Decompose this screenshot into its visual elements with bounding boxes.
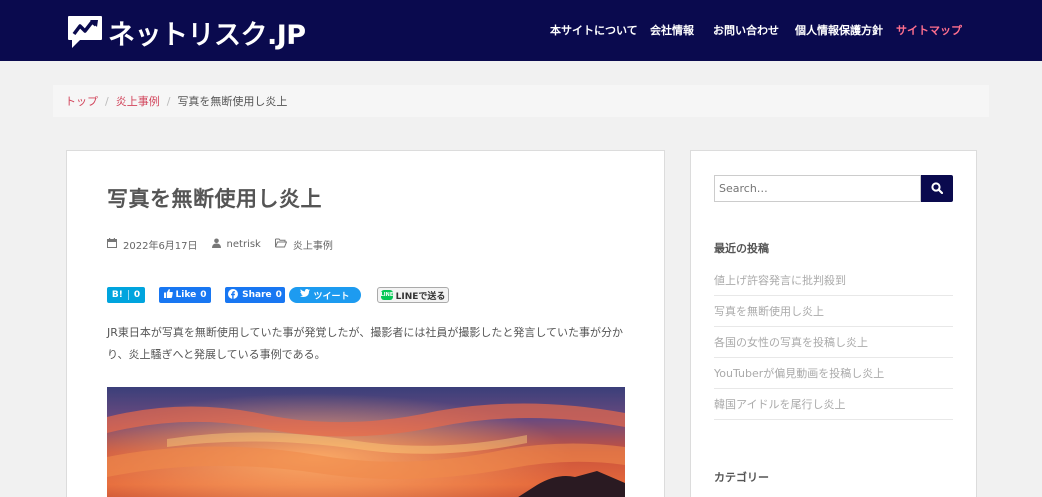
search-button[interactable] <box>921 175 953 202</box>
line-send-button[interactable]: LINE LINEで送る <box>377 287 449 303</box>
site-header: ネットリスク.JP 本サイトについて 会社情報 お問い合わせ 個人情報保護方針 … <box>0 0 1042 61</box>
post-excerpt: JR東日本が写真を無断使用していた事が発覚したが、撮影者には社員が撮影したと発言… <box>107 326 624 361</box>
post-date[interactable]: 2022年6月17日 <box>123 237 198 252</box>
nav-sitemap[interactable]: サイトマップ <box>896 22 962 38</box>
breadcrumb: トップ / 炎上事例 / 写真を無断使用し炎上 <box>53 85 989 117</box>
recent-posts-list: 値上げ許容発言に批判殺到 写真を無断使用し炎上 各国の女性の写真を投稿し炎上 Y… <box>714 265 953 420</box>
breadcrumb-category[interactable]: 炎上事例 <box>116 93 160 109</box>
recent-post-item[interactable]: 各国の女性の写真を投稿し炎上 <box>714 327 953 358</box>
twitter-bird-icon <box>300 289 311 301</box>
logo-chat-icon <box>66 14 104 50</box>
search-input[interactable] <box>714 175 921 202</box>
nav-about[interactable]: 本サイトについて <box>550 22 638 38</box>
site-logo[interactable]: ネットリスク.JP <box>66 14 306 51</box>
fb-share-label: Share <box>242 290 272 300</box>
post-card: 写真を無断使用し炎上 2022年6月17日 netrisk 炎上事例 B! 0 … <box>66 150 665 497</box>
post-category[interactable]: 炎上事例 <box>293 237 333 252</box>
tweet-button[interactable]: ツイート <box>289 287 361 303</box>
recent-post-item[interactable]: 韓国アイドルを尾行し炎上 <box>714 389 953 420</box>
nav-contact[interactable]: お問い合わせ <box>713 22 779 38</box>
breadcrumb-separator: / <box>166 94 171 108</box>
search-icon <box>931 179 944 198</box>
tweet-label: ツイート <box>313 291 350 302</box>
recent-post-item[interactable]: YouTuberが偏見動画を投稿し炎上 <box>714 358 953 389</box>
folder-open-icon <box>274 238 288 251</box>
logo-text: ネットリスク.JP <box>108 19 306 51</box>
hatena-count: 0 <box>133 290 141 300</box>
user-icon <box>211 238 221 251</box>
like-count: 0 <box>200 290 207 300</box>
post-title: 写真を無断使用し炎上 <box>107 187 322 211</box>
sidebar: 最近の投稿 値上げ許容発言に批判殺到 写真を無断使用し炎上 各国の女性の写真を投… <box>690 150 977 497</box>
recent-post-item[interactable]: 写真を無断使用し炎上 <box>714 296 953 327</box>
line-icon: LINE <box>380 290 394 300</box>
thumbs-up-icon <box>163 289 173 301</box>
post-featured-image <box>107 387 625 497</box>
post-author[interactable]: netrisk <box>227 239 261 250</box>
fb-share-count: 0 <box>275 290 282 300</box>
recent-post-item[interactable]: 値上げ許容発言に批判殺到 <box>714 265 953 296</box>
facebook-share-button[interactable]: Share 0 <box>225 287 285 303</box>
calendar-icon <box>107 238 117 251</box>
nav-privacy[interactable]: 個人情報保護方針 <box>795 22 883 38</box>
breadcrumb-current: 写真を無断使用し炎上 <box>177 95 288 108</box>
recent-posts-title: 最近の投稿 <box>714 242 769 255</box>
nav-company[interactable]: 会社情報 <box>650 22 694 38</box>
categories-title: カテゴリー <box>714 471 769 484</box>
line-label: LINEで送る <box>395 291 446 302</box>
hatena-label: B! <box>111 290 123 300</box>
breadcrumb-top[interactable]: トップ <box>65 93 98 109</box>
hatena-bookmark-button[interactable]: B! 0 <box>107 287 145 303</box>
facebook-like-button[interactable]: Like 0 <box>159 287 211 303</box>
like-label: Like <box>175 290 197 300</box>
facebook-icon <box>228 288 239 302</box>
post-meta: 2022年6月17日 netrisk 炎上事例 <box>107 237 333 252</box>
breadcrumb-separator: / <box>105 94 109 108</box>
